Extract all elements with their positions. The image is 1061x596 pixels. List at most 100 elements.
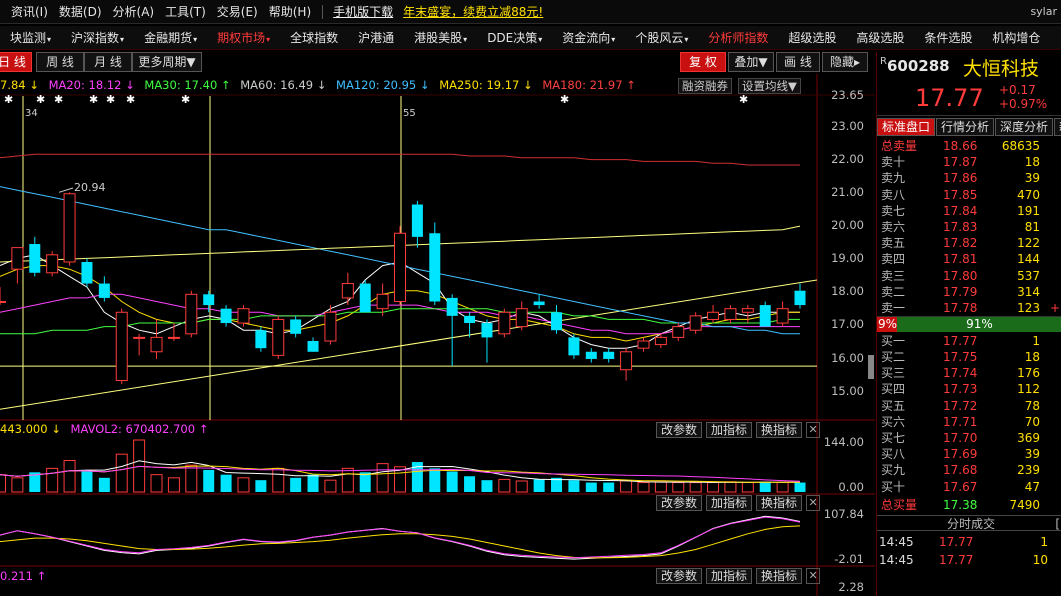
book-price: 17.78 [943, 301, 978, 315]
ask-row[interactable]: 卖四 17.81 144 [877, 251, 1061, 267]
book-volume: 537 [1017, 268, 1040, 283]
total-sell-row[interactable]: 总卖量 18.66 68635 [877, 138, 1061, 154]
bid-row[interactable]: 买八 17.69 39 [877, 446, 1061, 462]
bid-row[interactable]: 买六 17.71 70 [877, 414, 1061, 430]
book-volume: 39 [1024, 171, 1040, 186]
nav-item-label: 机构增仓 [992, 31, 1041, 45]
ask-row[interactable]: 卖七 17.84 191 [877, 203, 1061, 219]
ask-row[interactable]: 卖九 17.86 39 [877, 170, 1061, 186]
ask-row[interactable]: 卖六 17.83 81 [877, 219, 1061, 235]
book-level-label: 卖二 [881, 284, 906, 299]
volume-bar [237, 477, 250, 493]
username[interactable]: sylar [1030, 5, 1057, 18]
book-volume: 176 [1017, 366, 1040, 381]
candle-body [637, 340, 650, 349]
ask-row[interactable]: 卖十 17.87 18 [877, 154, 1061, 170]
book-mark: + [1049, 301, 1060, 315]
candle-body [498, 311, 511, 335]
nav-item-condition-select[interactable]: 条件选股 [914, 29, 982, 46]
macd-signal-line [0, 516, 801, 559]
book-volume: 369 [1017, 431, 1040, 445]
bid-row[interactable]: 买一 17.77 1 [877, 333, 1061, 349]
add-indicator-button[interactable]: 加指标 [706, 422, 753, 438]
volume-bar [741, 482, 754, 493]
marker-label: 55 [403, 108, 416, 119]
nav-item-institution[interactable]: 机构增仓 [982, 29, 1050, 46]
edit-params-button[interactable]: 改参数 [656, 568, 703, 584]
book-level-label: 卖五 [881, 236, 906, 251]
book-price: 17.83 [943, 220, 978, 234]
switch-indicator-button[interactable]: 换指标 [756, 422, 803, 438]
book-volume: 314 [1017, 284, 1040, 299]
star-marker: ✱ [54, 93, 63, 106]
ask-row[interactable]: 卖五 17.82 122 [877, 235, 1061, 251]
volume-bar [498, 478, 511, 493]
volume-bar [167, 477, 180, 493]
candle-body [46, 254, 59, 274]
book-price: 17.79 [943, 284, 978, 299]
volume-bar [272, 467, 285, 493]
bid-ask-ratio-row: 9% 91% [877, 316, 1061, 333]
tick-volume: 1 [1040, 535, 1048, 549]
quote-tabs: 标准盘口 行情分析 深度分析 新 [877, 118, 1061, 136]
ask-row[interactable]: 卖八 17.85 470 [877, 187, 1061, 203]
volume-bar [654, 481, 667, 493]
book-price: 17.68 [943, 463, 978, 478]
book-volume: 470 [1017, 187, 1040, 202]
price-axis-label: 19.00 [831, 251, 864, 265]
ask-row[interactable]: 卖一 17.78 123 + [877, 300, 1061, 316]
edit-params-button[interactable]: 改参数 [656, 495, 703, 511]
bid-row[interactable]: 买七 17.70 369 [877, 430, 1061, 446]
high-price-label: 20.94 [74, 181, 106, 194]
star-marker: ✱ [181, 93, 190, 106]
add-indicator-button[interactable]: 加指标 [706, 568, 753, 584]
tab-market-analysis[interactable]: 行情分析 [936, 118, 995, 136]
bid-row[interactable]: 买五 17.72 78 [877, 398, 1061, 414]
candle-body [672, 326, 685, 338]
ask-row[interactable]: 卖三 17.80 537 [877, 268, 1061, 284]
volume-bar [794, 482, 806, 492]
book-level-label: 卖九 [881, 171, 906, 186]
candle-body [133, 336, 146, 339]
volume-bar [81, 471, 93, 492]
tab-more[interactable]: 新 [1054, 118, 1061, 136]
bid-row[interactable]: 买九 17.68 239 [877, 462, 1061, 478]
book-volume: 123 [1017, 301, 1040, 315]
book-volume: 18 [1024, 350, 1040, 364]
tab-standard-book[interactable]: 标准盘口 [877, 118, 936, 136]
candle-body [185, 293, 198, 335]
book-volume: 78 [1024, 398, 1040, 413]
stock-code: 600288 [887, 57, 950, 75]
tick-time: 14:45 [879, 553, 914, 567]
stock-header: R 600288 大恒科技 [877, 52, 1061, 82]
star-marker: ✱ [4, 93, 13, 106]
bid-row[interactable]: 买四 17.73 112 [877, 381, 1061, 397]
book-level-label: 卖六 [881, 220, 906, 234]
book-price: 17.86 [943, 171, 978, 186]
volume-axis-bottom: 0.00 [838, 480, 864, 494]
bid-row[interactable]: 买二 17.75 18 [877, 349, 1061, 365]
third-axis-top: 2.28 [838, 580, 864, 594]
book-level-label: 买十 [881, 479, 906, 494]
book-volume: 112 [1017, 382, 1040, 397]
mavol-value: MAVOL2: 670402.700 ↑ [70, 422, 209, 436]
volume-bar [220, 474, 232, 492]
volume-bar [585, 482, 597, 492]
tick-row: 14:45 17.77 10 [877, 552, 1061, 568]
candle-body [464, 315, 476, 324]
book-price: 17.85 [943, 187, 978, 202]
bid-row[interactable]: 买十 17.67 47 [877, 479, 1061, 495]
candle-body [411, 204, 423, 237]
candle-body [620, 351, 633, 371]
add-indicator-button[interactable]: 加指标 [706, 495, 753, 511]
switch-indicator-button[interactable]: 换指标 [756, 568, 803, 584]
tab-depth-analysis[interactable]: 深度分析 [995, 118, 1054, 136]
book-level-label: 卖十 [881, 155, 906, 170]
edit-params-button[interactable]: 改参数 [656, 422, 703, 438]
ask-row[interactable]: 卖二 17.79 314 [877, 284, 1061, 300]
total-buy-row[interactable]: 总买量 17.38 7490 [877, 497, 1061, 513]
switch-indicator-button[interactable]: 换指标 [756, 495, 803, 511]
bid-row[interactable]: 买三 17.74 176 [877, 365, 1061, 381]
book-volume: 144 [1017, 252, 1040, 267]
volume-bar [341, 467, 354, 493]
